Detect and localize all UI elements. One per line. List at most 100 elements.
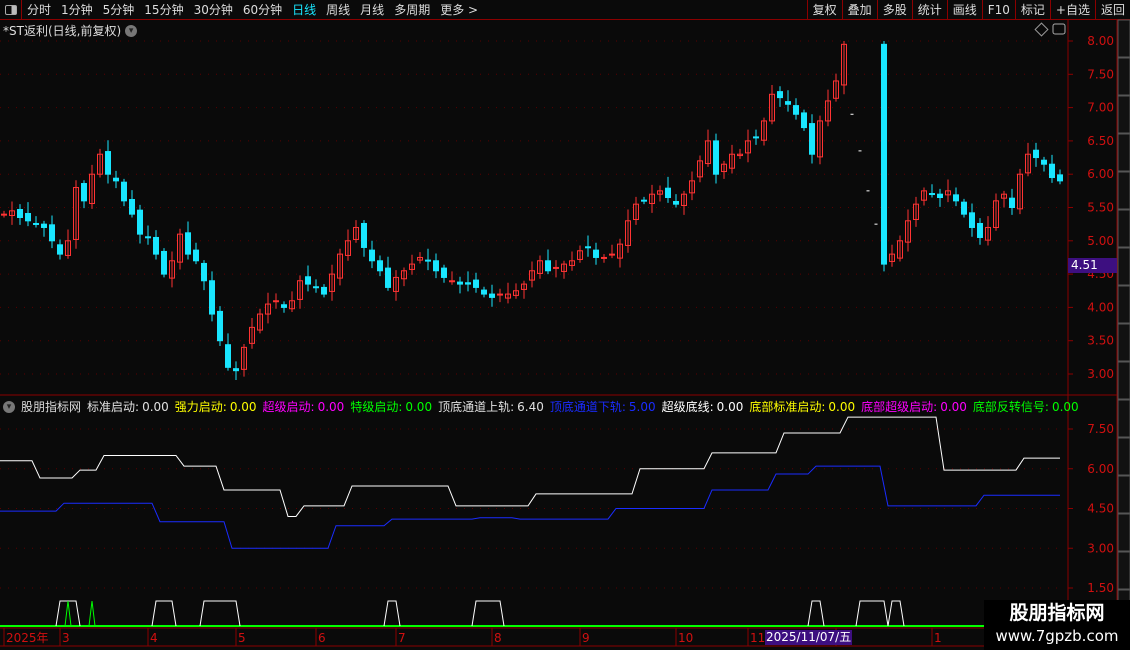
side-tab bbox=[1117, 437, 1130, 476]
candle-down bbox=[1049, 163, 1055, 179]
date-label: 3 bbox=[62, 631, 70, 645]
side-tab bbox=[1117, 95, 1130, 134]
side-tab bbox=[1117, 551, 1130, 590]
candle-down bbox=[793, 105, 799, 115]
candle-down bbox=[489, 293, 495, 298]
candle-down bbox=[153, 236, 159, 255]
indicator-value: 超级启动: 0.00 bbox=[263, 398, 345, 415]
candle-down bbox=[457, 281, 463, 285]
date-label: 6 bbox=[318, 631, 326, 645]
candle-up bbox=[273, 300, 279, 303]
indicator-value: 底部标准启动: 0.00 bbox=[749, 398, 855, 415]
candle-down bbox=[217, 310, 223, 342]
indicator-legend: ▾ 股朋指标网 标准启动: 0.00 强力启动: 0.00 超级启动: 0.00 特级启动:… bbox=[3, 398, 1079, 415]
candle-down bbox=[33, 222, 39, 225]
candle-down bbox=[105, 151, 111, 175]
indicator-label: 底部标准启动: bbox=[749, 400, 826, 414]
side-tab bbox=[1117, 361, 1130, 400]
candle-down bbox=[929, 193, 935, 196]
candle-down bbox=[1009, 197, 1015, 208]
candle-down bbox=[937, 193, 943, 199]
candle-down bbox=[425, 259, 431, 262]
indicator-value: 强力启动: 0.00 bbox=[175, 398, 257, 415]
candle-down bbox=[377, 260, 383, 272]
signal-pulse bbox=[383, 600, 401, 627]
indicator-number: 6.40 bbox=[517, 400, 544, 414]
side-tab bbox=[1117, 475, 1130, 514]
candle-down bbox=[305, 276, 311, 285]
candle-down bbox=[193, 249, 199, 262]
candle-down bbox=[313, 286, 319, 289]
indicator-value: 底部超级启动: 0.00 bbox=[861, 398, 967, 415]
indicator-tick-label: 3.00 bbox=[1087, 541, 1114, 555]
indicator-label: 特级启动: bbox=[350, 400, 403, 414]
chevron-down-icon[interactable]: ▾ bbox=[3, 400, 15, 413]
candle-down bbox=[593, 249, 599, 258]
candle-down bbox=[441, 267, 447, 278]
candle-up bbox=[609, 253, 615, 256]
side-tab bbox=[1117, 285, 1130, 324]
indicator-tick-label: 1.50 bbox=[1087, 581, 1114, 595]
price-tick-label: 7.50 bbox=[1087, 67, 1114, 81]
signal-pulse bbox=[807, 600, 825, 627]
date-label: 10 bbox=[678, 631, 693, 645]
candle-down bbox=[145, 236, 151, 239]
indicator-number: 0.00 bbox=[317, 400, 345, 414]
candle-down bbox=[49, 224, 55, 242]
signal-pulse bbox=[199, 600, 241, 627]
candle-up bbox=[1, 213, 7, 216]
candle-down bbox=[969, 212, 975, 228]
candle-down bbox=[57, 244, 63, 255]
candle-down bbox=[369, 249, 375, 262]
candle-down bbox=[1033, 149, 1039, 159]
side-tab bbox=[1117, 133, 1130, 172]
signal-pulse bbox=[151, 600, 177, 627]
candle-down bbox=[81, 183, 87, 202]
indicator-tick-label: 7.50 bbox=[1087, 422, 1114, 436]
candle-up bbox=[553, 266, 559, 269]
candle-down bbox=[465, 282, 471, 285]
candle-up bbox=[601, 256, 607, 259]
price-tick-label: 5.50 bbox=[1087, 201, 1114, 215]
price-tick-label: 6.50 bbox=[1087, 134, 1114, 148]
candle-up bbox=[449, 280, 455, 283]
indicator-value: 标准启动: 0.00 bbox=[87, 398, 169, 415]
candle-down bbox=[713, 140, 719, 175]
indicator-label: 强力启动: bbox=[174, 400, 227, 414]
indicator-number: 0.00 bbox=[828, 400, 856, 414]
candle-down bbox=[185, 232, 191, 255]
price-tick-label: 7.00 bbox=[1087, 101, 1114, 115]
price-tick-label: 8.00 bbox=[1087, 34, 1114, 48]
date-label: 7 bbox=[398, 631, 406, 645]
indicator-label: 顶底通道上轨: bbox=[438, 400, 515, 414]
indicator-tick-label: 4.50 bbox=[1087, 502, 1114, 516]
date-label: 11 bbox=[750, 631, 765, 645]
watermark-name: 股朋指标网 bbox=[1009, 602, 1105, 624]
candle-down bbox=[809, 123, 815, 155]
date-label: 9 bbox=[582, 631, 590, 645]
indicator-number: 0.00 bbox=[716, 400, 744, 414]
side-tab bbox=[1117, 247, 1130, 286]
candle-down bbox=[1041, 159, 1047, 165]
candle-up bbox=[497, 293, 503, 296]
candle-down bbox=[161, 250, 167, 275]
side-tab bbox=[1117, 171, 1130, 210]
candle-down bbox=[225, 344, 231, 368]
side-tab bbox=[1117, 209, 1130, 248]
candle-down bbox=[961, 201, 967, 215]
candle-down bbox=[1057, 174, 1063, 182]
side-tab bbox=[1117, 323, 1130, 362]
kline-chart[interactable]: 8.00 7.50 7.00 6.50 6.00 5.50 5.00 4.50 4.00 3.50… bbox=[0, 0, 1130, 650]
indicator-number: 0.00 bbox=[142, 400, 169, 414]
current-price-tag: 4.51 bbox=[1068, 258, 1117, 273]
price-tick-label: 4.00 bbox=[1087, 300, 1114, 314]
side-tab bbox=[1117, 19, 1130, 58]
candle-down bbox=[641, 199, 647, 202]
indicator-value: 顶底通道下轨: 5.00 bbox=[550, 398, 656, 415]
indicator-label: 标准启动: bbox=[87, 400, 140, 414]
indicator-number: 0.00 bbox=[1051, 400, 1079, 414]
green-signal-spike bbox=[64, 600, 72, 627]
candle-down bbox=[777, 91, 783, 99]
indicator-number: 5.00 bbox=[628, 400, 656, 414]
candle-down bbox=[281, 304, 287, 308]
